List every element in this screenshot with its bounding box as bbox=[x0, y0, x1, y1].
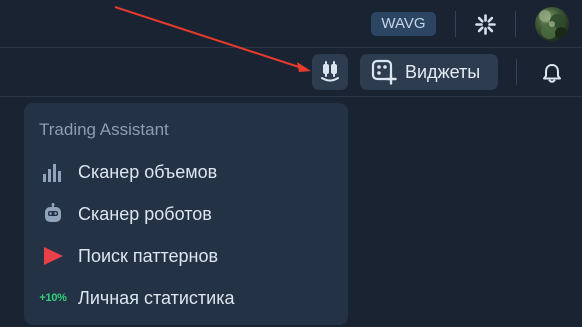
candlestick-robot-icon bbox=[321, 61, 339, 82]
top-bar: WAVG bbox=[0, 0, 582, 48]
menu-item-personal-stats[interactable]: +10% Личная статистика bbox=[24, 281, 348, 315]
menu-item-label: Сканер роботов bbox=[78, 203, 212, 224]
trading-assistant-button[interactable] bbox=[312, 54, 348, 90]
avatar[interactable] bbox=[535, 7, 569, 41]
trading-assistant-dropdown: Trading Assistant Сканер объемов Сканер … bbox=[24, 103, 348, 325]
widgets-label: Виджеты bbox=[405, 61, 481, 82]
percent-badge-icon: +10% bbox=[39, 285, 67, 311]
menu-item-label: Личная статистика bbox=[78, 287, 235, 308]
menu-item-label: Сканер объемов bbox=[78, 161, 218, 182]
menu-item-robot-scanner[interactable]: Сканер роботов bbox=[24, 197, 348, 231]
menu-item-pattern-search[interactable]: Поиск паттернов bbox=[24, 239, 348, 273]
bar-chart-icon bbox=[40, 159, 66, 185]
percent-badge-text: +10% bbox=[39, 292, 67, 304]
menu-item-label: Поиск паттернов bbox=[78, 245, 219, 266]
widgets-add-icon bbox=[371, 59, 397, 85]
toolbar: Виджеты bbox=[0, 49, 582, 97]
divider bbox=[515, 11, 516, 37]
dropdown-title: Trading Assistant bbox=[39, 120, 169, 139]
bell-icon[interactable] bbox=[541, 62, 563, 84]
divider bbox=[516, 59, 517, 85]
robot-icon bbox=[40, 201, 66, 227]
play-triangle-icon bbox=[40, 243, 66, 269]
widgets-button[interactable]: Виджеты bbox=[360, 54, 498, 90]
divider bbox=[455, 11, 456, 37]
menu-item-volume-scanner[interactable]: Сканер объемов bbox=[24, 155, 348, 189]
ticker-badge[interactable]: WAVG bbox=[371, 12, 436, 36]
settings-icon[interactable] bbox=[475, 14, 496, 35]
